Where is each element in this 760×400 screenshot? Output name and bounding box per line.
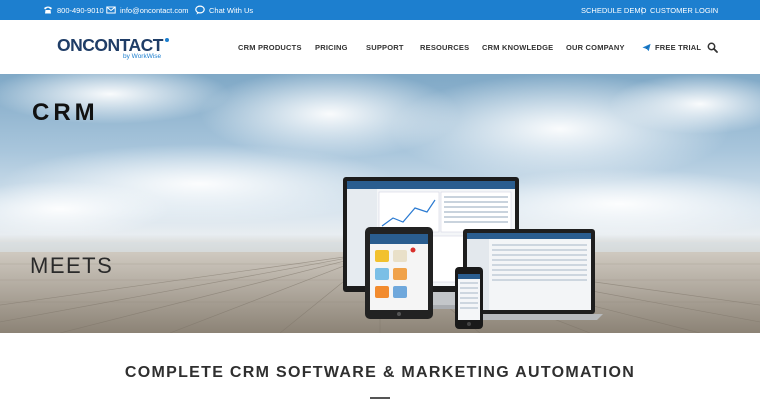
section-headline: COMPLETE CRM SOFTWARE & MARKETING AUTOMA… — [124, 364, 636, 381]
devices-illustration — [343, 177, 603, 329]
phone-link[interactable]: 800-490-9010 — [43, 0, 104, 20]
email-link[interactable]: info@oncontact.com — [106, 0, 188, 20]
nav-crm-knowledge[interactable]: CRM KNOWLEDGE — [482, 20, 553, 74]
hero-subtitle: MEETS — [30, 253, 114, 278]
free-trial-label: FREE TRIAL — [655, 42, 702, 52]
chat-label: Chat With Us — [209, 5, 254, 15]
hero-title: CRM — [32, 99, 99, 126]
envelope-icon — [106, 6, 116, 14]
hero-banner: CRM MEETS — [0, 74, 760, 333]
nav-pricing[interactable]: PRICING — [315, 20, 348, 74]
headline-underline — [370, 397, 390, 399]
nav-support[interactable]: SUPPORT — [366, 20, 404, 74]
nav-free-trial[interactable]: FREE TRIAL — [642, 20, 701, 74]
main-nav: CRM PRODUCTS PRICING SUPPORT RESOURCES C… — [0, 20, 760, 74]
search-icon[interactable] — [707, 42, 718, 53]
chat-link[interactable]: Chat With Us — [195, 0, 253, 20]
customer-login-link[interactable]: CUSTOMER LOGIN — [650, 0, 718, 20]
customer-login-label: CUSTOMER LOGIN — [650, 5, 719, 15]
chat-bubble-icon — [195, 5, 205, 15]
phone-number: 800-490-9010 — [57, 5, 104, 15]
tablet-device — [365, 227, 433, 319]
phone-icon — [44, 6, 52, 14]
nav-resources[interactable]: RESOURCES — [420, 20, 469, 74]
nav-crm-products[interactable]: CRM PRODUCTS — [238, 20, 302, 74]
schedule-demo-link[interactable]: SCHEDULE DEMO — [581, 0, 646, 20]
top-utility-bar: 800-490-9010 info@oncontact.com Chat Wit… — [0, 0, 760, 20]
topbar-separator: | — [641, 5, 644, 15]
email-address: info@oncontact.com — [120, 5, 189, 15]
phone-device — [455, 267, 483, 329]
nav-our-company[interactable]: OUR COMPANY — [566, 20, 625, 74]
main-header: ONCONTACT by WorkWise CRM PRODUCTS PRICI… — [0, 20, 760, 74]
schedule-demo-label: SCHEDULE DEMO — [581, 5, 647, 15]
paper-plane-icon — [642, 43, 651, 51]
intro-section: COMPLETE CRM SOFTWARE & MARKETING AUTOMA… — [0, 333, 760, 400]
